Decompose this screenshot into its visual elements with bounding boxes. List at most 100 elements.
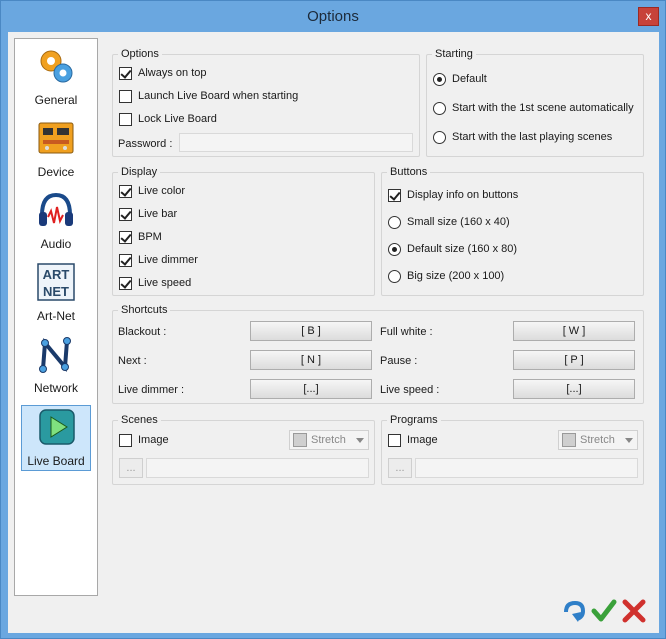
full-white-shortcut-button[interactable]: [ W ] <box>513 321 635 341</box>
radio-label: Big size (200 x 100) <box>407 270 505 282</box>
bpm-checkbox[interactable]: BPM <box>119 229 162 245</box>
select-value: Stretch <box>311 434 346 446</box>
starting-group: Starting Default Start with the 1st scen… <box>426 48 644 157</box>
programs-browse-button[interactable]: ... <box>388 458 412 478</box>
group-title: Display <box>118 166 161 178</box>
checkbox-label: Always on top <box>138 67 207 79</box>
live-color-checkbox[interactable]: Live color <box>119 183 185 199</box>
chevron-down-icon <box>356 438 364 443</box>
radio-label: Small size (160 x 40) <box>407 216 510 228</box>
checkbox-box <box>119 253 132 267</box>
programs-stretch-select[interactable]: Stretch <box>558 430 638 450</box>
live-dimmer-shortcut-button[interactable]: [...] <box>250 379 372 399</box>
radio-circle <box>388 215 401 229</box>
next-shortcut-button[interactable]: [ N ] <box>250 350 372 370</box>
sidebar-item-art-net[interactable]: ART NET Art-Net <box>21 261 91 327</box>
ok-check-icon[interactable] <box>591 598 617 624</box>
sidebar-item-live-board[interactable]: Live Board <box>21 405 91 471</box>
checkbox-box <box>119 112 132 126</box>
checkbox-label: Live speed <box>138 277 192 289</box>
radio-circle <box>433 130 446 144</box>
live-speed-checkbox[interactable]: Live speed <box>119 275 191 291</box>
live-speed-shortcut-label: Live speed : <box>380 384 440 396</box>
sidebar-item-general[interactable]: General <box>21 45 91 111</box>
pause-label: Pause : <box>380 355 418 367</box>
checkbox-label: Display info on buttons <box>407 189 519 201</box>
undo-icon[interactable] <box>561 598 587 624</box>
launch-live-board-checkbox[interactable]: Launch Live Board when starting <box>119 88 298 104</box>
always-on-top-checkbox[interactable]: Always on top <box>119 65 206 81</box>
sidebar-item-audio[interactable]: Audio <box>21 189 91 255</box>
art-net-logo-icon: ART NET <box>37 263 75 301</box>
options-window: Options x General Device Audio ART NET A… <box>0 0 666 639</box>
start-last-scenes-radio[interactable]: Start with the last playing scenes <box>433 129 612 145</box>
select-value: Stretch <box>580 434 615 446</box>
start-default-radio[interactable]: Default <box>433 71 487 87</box>
group-title: Scenes <box>118 414 161 426</box>
programs-image-checkbox[interactable]: Image <box>388 432 438 448</box>
checkbox-label: Live dimmer <box>138 254 198 266</box>
default-size-radio[interactable]: Default size (160 x 80) <box>388 241 517 257</box>
programs-group: Programs Image Stretch ... <box>381 414 644 485</box>
close-button[interactable]: x <box>638 7 659 26</box>
checkbox-box <box>119 207 132 221</box>
checkbox-label: Launch Live Board when starting <box>138 90 299 102</box>
sidebar-item-device[interactable]: Device <box>21 117 91 183</box>
pause-shortcut-button[interactable]: [ P ] <box>513 350 635 370</box>
live-bar-checkbox[interactable]: Live bar <box>119 206 177 222</box>
headphones-icon <box>39 192 73 226</box>
group-title: Shortcuts <box>118 304 171 316</box>
play-icon <box>39 409 75 445</box>
password-label: Password : <box>118 138 173 150</box>
radio-circle <box>388 242 401 256</box>
checkbox-box <box>388 433 401 447</box>
live-dimmer-checkbox[interactable]: Live dimmer <box>119 252 198 268</box>
window-title: Options <box>307 8 359 25</box>
next-label: Next : <box>118 355 147 367</box>
scenes-image-path-input[interactable] <box>146 458 369 478</box>
checkbox-box <box>119 230 132 244</box>
shortcuts-group: Shortcuts Blackout : [ B ] Full white : … <box>112 304 644 404</box>
circuit-board-icon <box>38 122 74 154</box>
checkbox-label: Live color <box>138 185 186 197</box>
radio-label: Default <box>452 73 487 85</box>
small-size-radio[interactable]: Small size (160 x 40) <box>388 214 510 230</box>
sidebar-item-label: Live Board <box>27 454 85 468</box>
checkbox-label: Live bar <box>138 208 178 220</box>
start-first-scene-radio[interactable]: Start with the 1st scene automatically <box>433 100 634 116</box>
checkbox-label: Image <box>407 434 438 446</box>
checkbox-box <box>119 89 132 103</box>
checkbox-box <box>388 188 401 202</box>
blackout-shortcut-button[interactable]: [ B ] <box>250 321 372 341</box>
scenes-image-checkbox[interactable]: Image <box>119 432 169 448</box>
sidebar-item-label: General <box>34 93 78 107</box>
scenes-group: Scenes Image Stretch ... <box>112 414 375 485</box>
group-title: Buttons <box>387 166 431 178</box>
scenes-browse-button[interactable]: ... <box>119 458 143 478</box>
radio-label: Start with the 1st scene automatically <box>452 102 634 114</box>
live-speed-shortcut-button[interactable]: [...] <box>513 379 635 399</box>
radio-label: Default size (160 x 80) <box>407 243 518 255</box>
blackout-label: Blackout : <box>118 326 167 338</box>
display-info-checkbox[interactable]: Display info on buttons <box>388 187 518 203</box>
checkbox-box <box>119 433 132 447</box>
svg-text:ART: ART <box>43 267 70 282</box>
radio-circle <box>433 72 446 86</box>
cancel-x-icon[interactable] <box>621 598 647 624</box>
title-bar: Options x <box>1 1 665 32</box>
category-sidebar: General Device Audio ART NET Art-Net Net… <box>14 38 98 596</box>
group-title: Programs <box>387 414 441 426</box>
big-size-radio[interactable]: Big size (200 x 100) <box>388 268 504 284</box>
group-title: Options <box>118 48 162 60</box>
lock-live-board-checkbox[interactable]: Lock Live Board <box>119 111 217 127</box>
options-group: Options Always on top Launch Live Board … <box>112 48 420 157</box>
live-dimmer-shortcut-label: Live dimmer : <box>118 384 185 396</box>
scenes-stretch-select[interactable]: Stretch <box>289 430 369 450</box>
svg-text:NET: NET <box>43 284 69 299</box>
sidebar-item-network[interactable]: Network <box>21 333 91 399</box>
chevron-down-icon <box>625 438 633 443</box>
checkbox-label: Image <box>138 434 169 446</box>
checkbox-box <box>119 276 132 290</box>
programs-image-path-input[interactable] <box>415 458 638 478</box>
password-input[interactable] <box>179 133 413 152</box>
